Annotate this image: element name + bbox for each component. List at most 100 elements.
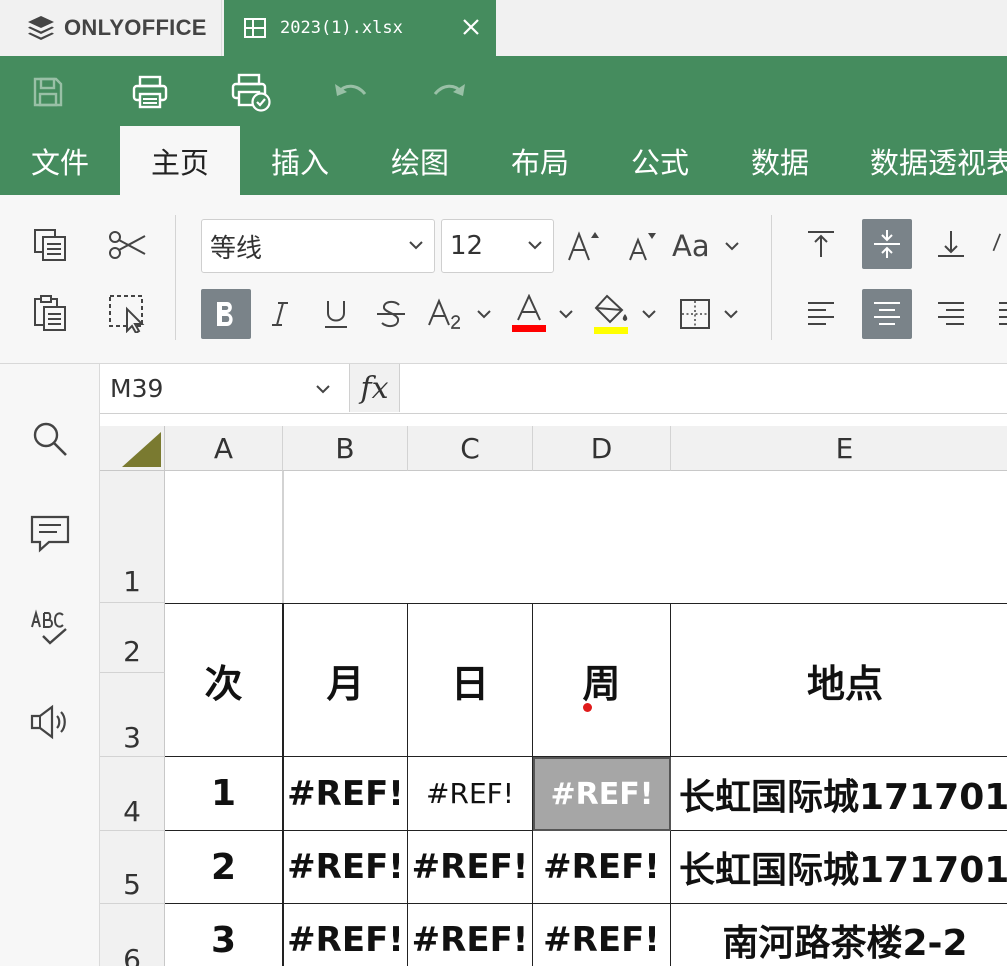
subscript-button[interactable] (422, 289, 470, 339)
header-cell-month[interactable]: 月 (283, 603, 408, 757)
borders-button[interactable] (670, 289, 720, 339)
cut-button[interactable] (102, 220, 152, 270)
spreadsheet-grid: A B C D E 1 2 3 4 5 6 次 月 日 周 地点 1 #REF!… (100, 414, 1007, 966)
name-box[interactable]: M39 (100, 364, 350, 412)
column-header-c[interactable]: C (408, 426, 533, 471)
row-header-4[interactable]: 4 (100, 757, 165, 831)
cell-b6[interactable]: #REF! (283, 904, 408, 966)
header-cell-location[interactable]: 地点 (671, 603, 1007, 757)
cell-c4[interactable]: #REF! (408, 757, 533, 831)
row-header-1[interactable]: 1 (100, 471, 165, 603)
italic-button[interactable] (255, 289, 305, 339)
row-header-6[interactable]: 6 (100, 904, 165, 966)
cell-a5[interactable]: 2 (165, 831, 283, 904)
undo-button[interactable] (328, 70, 372, 114)
column-header-d[interactable]: D (533, 426, 671, 471)
change-case-dropdown[interactable] (723, 237, 741, 255)
select-all-button[interactable] (102, 288, 152, 338)
subscript-dropdown[interactable] (475, 305, 493, 323)
cell-d6[interactable]: #REF! (533, 904, 671, 966)
copy-button[interactable] (25, 220, 75, 270)
redo-button[interactable] (428, 70, 472, 114)
align-bottom-button[interactable] (926, 219, 976, 269)
cell-a4[interactable]: 1 (165, 757, 283, 831)
row-header-5[interactable]: 5 (100, 831, 165, 904)
select-all-triangle-icon (122, 432, 161, 467)
borders-icon (680, 299, 710, 329)
header-cell-weekday[interactable]: 周 (533, 603, 671, 757)
tab-home[interactable]: 主页 (120, 126, 240, 195)
print-button[interactable] (128, 70, 172, 114)
close-tab-button[interactable] (456, 12, 486, 42)
tab-file[interactable]: 文件 (0, 126, 120, 195)
align-justify-button[interactable] (996, 289, 1007, 339)
tab-formula[interactable]: 公式 (600, 126, 720, 195)
merged-cell-b1[interactable] (283, 471, 1007, 603)
comments-button[interactable] (25, 509, 75, 559)
font-color-dropdown[interactable] (557, 305, 575, 323)
spellcheck-button[interactable] (25, 604, 75, 654)
cell-e4[interactable]: 长虹国际城171701 (671, 757, 1007, 831)
cell-b4[interactable]: #REF! (283, 757, 408, 831)
font-size-combo[interactable]: 12 (441, 219, 554, 273)
select-all-corner[interactable] (100, 426, 165, 471)
tab-draw[interactable]: 绘图 (360, 126, 480, 195)
align-center-icon (874, 302, 900, 325)
row-header-2[interactable]: 2 (100, 603, 165, 673)
underline-button[interactable] (311, 289, 361, 339)
align-right-button[interactable] (926, 289, 976, 339)
cell-a1[interactable] (165, 471, 283, 603)
align-right-icon (938, 302, 964, 325)
fx-label: fx (360, 370, 389, 406)
fill-color-dropdown[interactable] (640, 305, 658, 323)
comment-indicator[interactable] (583, 703, 592, 712)
quick-print-button[interactable] (229, 70, 273, 114)
cell-c5[interactable]: #REF! (408, 831, 533, 904)
cell-e6[interactable]: 南河路茶楼2-2 (671, 904, 1007, 966)
document-tab[interactable]: 2023(1).xlsx (224, 0, 496, 56)
italic-icon (272, 302, 288, 326)
header-cell-day[interactable]: 日 (408, 603, 533, 757)
header-cell-count[interactable]: 次 (165, 603, 283, 757)
column-header-a[interactable]: A (165, 426, 283, 471)
tab-layout[interactable]: 布局 (480, 126, 600, 195)
formula-input[interactable] (400, 364, 1007, 412)
search-button[interactable] (25, 414, 75, 464)
cell-d5[interactable]: #REF! (533, 831, 671, 904)
cell-a6[interactable]: 3 (165, 904, 283, 966)
fill-color-button[interactable] (586, 289, 636, 339)
change-case-label: Aa (672, 229, 710, 263)
fill-color-swatch (594, 327, 628, 334)
bold-button[interactable] (201, 289, 251, 339)
cell-b5[interactable]: #REF! (283, 831, 408, 904)
tab-insert[interactable]: 插入 (240, 126, 360, 195)
feedback-button[interactable] (25, 697, 75, 747)
column-header-e[interactable]: E (671, 426, 1007, 471)
column-header-b[interactable]: B (283, 426, 408, 471)
decrease-font-size-button[interactable] (615, 221, 665, 271)
align-left-button[interactable] (796, 289, 846, 339)
increase-font-size-button[interactable] (558, 221, 608, 271)
row-header-3[interactable]: 3 (100, 673, 165, 757)
tab-pivot-table[interactable]: 数据透视表 (840, 126, 1007, 195)
align-top-button[interactable] (796, 219, 846, 269)
tab-data[interactable]: 数据 (720, 126, 840, 195)
selected-cell-d4[interactable]: #REF! (533, 757, 671, 831)
borders-dropdown[interactable] (722, 305, 740, 323)
home-toolbar: 等线 12 Aa (0, 195, 1007, 364)
text-orientation-button[interactable] (990, 219, 1007, 269)
change-case-button[interactable]: Aa (672, 221, 728, 271)
insert-function-button[interactable]: fx (350, 364, 400, 412)
cell-e5[interactable]: 长虹国际城171701 (671, 831, 1007, 904)
chevron-down-icon (316, 385, 330, 394)
onlyoffice-logo[interactable]: ONLYOFFICE (0, 0, 222, 56)
align-middle-button[interactable] (862, 219, 912, 269)
align-center-button[interactable] (862, 289, 912, 339)
save-button[interactable] (26, 70, 70, 114)
paste-button[interactable] (25, 288, 75, 338)
chevron-down-icon (724, 310, 738, 319)
font-color-button[interactable] (504, 289, 554, 339)
strikethrough-button[interactable] (366, 289, 416, 339)
cell-c6[interactable]: #REF! (408, 904, 533, 966)
font-name-combo[interactable]: 等线 (201, 219, 435, 273)
